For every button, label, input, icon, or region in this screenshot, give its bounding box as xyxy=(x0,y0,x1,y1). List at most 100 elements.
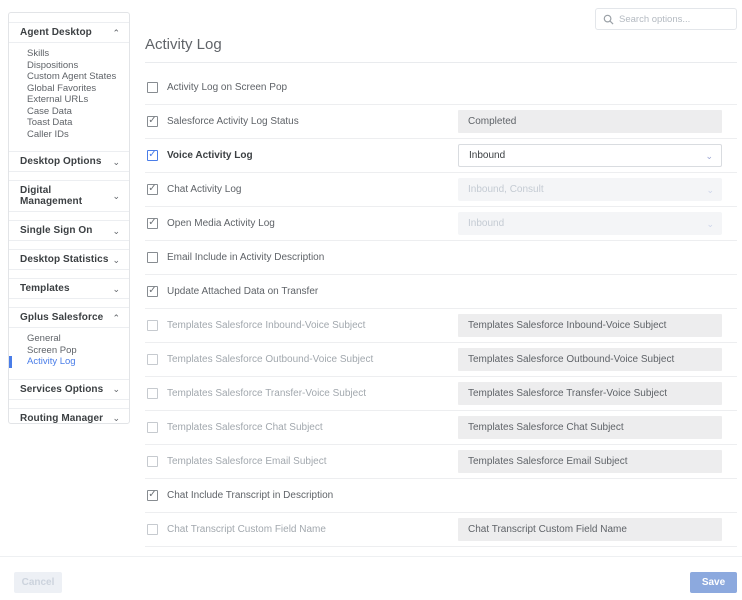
chevron-down-icon: ⌄ xyxy=(706,220,714,228)
checkbox-unchecked[interactable] xyxy=(147,354,158,365)
sidebar-section-header[interactable]: Desktop Options⌄ xyxy=(9,151,129,172)
sidebar-item-list: SkillsDispositionsCustom Agent StatesGlo… xyxy=(9,43,129,143)
text-input[interactable]: Completed xyxy=(458,110,722,133)
form-row: Chat Transcript Custom Field NameChat Tr… xyxy=(145,513,737,547)
select-value: Inbound, Consult xyxy=(468,184,544,195)
sidebar-item-screen-pop[interactable]: Screen Pop xyxy=(9,345,129,357)
checkbox-unchecked[interactable] xyxy=(147,422,158,433)
sidebar-section-header[interactable]: Desktop Statistics⌄ xyxy=(9,249,129,270)
form-row-toggle[interactable]: Activity Log on Screen Pop xyxy=(145,82,737,93)
sidebar-item-custom-agent-states[interactable]: Custom Agent States xyxy=(9,71,129,83)
sidebar-section-header[interactable]: Digital Management⌄ xyxy=(9,180,129,212)
form-row-label: Open Media Activity Log xyxy=(167,218,275,229)
sidebar-section-header[interactable]: Gplus Salesforce⌃ xyxy=(9,307,129,328)
text-input[interactable]: Templates Salesforce Chat Subject xyxy=(458,416,722,439)
form-row: Templates Salesforce Email SubjectTempla… xyxy=(145,445,737,479)
form-row-toggle[interactable]: Templates Salesforce Chat Subject xyxy=(145,422,458,433)
form-row-toggle[interactable]: Chat Transcript Custom Field Name xyxy=(145,524,458,535)
sidebar-section: Gplus Salesforce⌃ GeneralScreen PopActivi… xyxy=(9,307,129,371)
sidebar-section-header[interactable]: Services Options⌄ xyxy=(9,379,129,400)
form-row-toggle[interactable]: Email Include in Activity Description xyxy=(145,252,737,263)
form-rows: Activity Log on Screen Pop ✓Salesforce Ac… xyxy=(145,63,737,547)
checkbox-unchecked[interactable] xyxy=(147,252,158,263)
save-button[interactable]: Save xyxy=(690,572,737,593)
form-row: ✓Update Attached Data on Transfer xyxy=(145,275,737,309)
checkbox-checked[interactable]: ✓ xyxy=(147,116,158,127)
chevron-down-icon: ⌄ xyxy=(112,256,120,264)
sidebar-item-external-urls[interactable]: External URLs xyxy=(9,94,129,106)
checkmark-icon: ✓ xyxy=(148,150,156,160)
sidebar-item-general[interactable]: General xyxy=(9,333,129,345)
sidebar-item-toast-data[interactable]: Toast Data xyxy=(9,117,129,129)
search-box[interactable] xyxy=(595,8,737,30)
select-value: Inbound xyxy=(468,218,504,229)
form-row: ✓Salesforce Activity Log StatusCompleted xyxy=(145,105,737,139)
select-input[interactable]: Inbound⌄ xyxy=(458,144,722,167)
sidebar-item-case-data[interactable]: Case Data xyxy=(9,106,129,118)
checkbox-unchecked[interactable] xyxy=(147,388,158,399)
text-input[interactable]: Templates Salesforce Transfer-Voice Subj… xyxy=(458,382,722,405)
form-row-label: Templates Salesforce Outbound-Voice Subj… xyxy=(167,354,373,365)
text-input[interactable]: Chat Transcript Custom Field Name xyxy=(458,518,722,541)
sidebar-section-header[interactable]: Routing Manager⌄ xyxy=(9,408,129,425)
form-row-toggle[interactable]: ✓ Open Media Activity Log xyxy=(145,218,458,229)
chevron-up-icon: ⌃ xyxy=(112,29,120,37)
sidebar-section-header[interactable]: Single Sign On⌄ xyxy=(9,220,129,241)
sidebar-item-activity-log[interactable]: Activity Log xyxy=(9,356,129,368)
sidebar-item-caller-ids[interactable]: Caller IDs xyxy=(9,129,129,141)
checkbox-checked[interactable]: ✓ xyxy=(147,490,158,501)
chevron-down-icon: ⌄ xyxy=(112,414,120,422)
form-row-label: Templates Salesforce Inbound-Voice Subje… xyxy=(167,320,365,331)
sidebar-section-label: Services Options xyxy=(20,384,103,395)
footer-divider xyxy=(0,556,742,557)
sidebar-section: Agent Desktop⌃SkillsDispositionsCustom A… xyxy=(9,22,129,143)
page-title: Activity Log xyxy=(145,36,737,63)
form-row-label: Activity Log on Screen Pop xyxy=(167,82,287,93)
form-row-toggle[interactable]: ✓Update Attached Data on Transfer xyxy=(145,286,737,297)
sidebar-section-label: Gplus Salesforce xyxy=(20,312,103,323)
checkbox-unchecked[interactable] xyxy=(147,524,158,535)
form-row-toggle[interactable]: ✓Chat Activity Log xyxy=(145,184,458,195)
search-icon xyxy=(603,14,614,25)
sidebar: Agent Desktop⌃SkillsDispositionsCustom A… xyxy=(8,12,130,424)
select-input: Inbound ⌄ xyxy=(458,212,722,235)
checkbox-checked[interactable]: ✓ xyxy=(147,286,158,297)
checkbox-checked[interactable]: ✓ xyxy=(147,184,158,195)
checkbox-unchecked[interactable] xyxy=(147,82,158,93)
checkbox-checked[interactable]: ✓ xyxy=(147,150,158,161)
sidebar-item-skills[interactable]: Skills xyxy=(9,48,129,60)
text-input[interactable]: Templates Salesforce Inbound-Voice Subje… xyxy=(458,314,722,337)
checkbox-unchecked[interactable] xyxy=(147,320,158,331)
sidebar-section-header[interactable]: Templates⌄ xyxy=(9,278,129,299)
sidebar-item-dispositions[interactable]: Dispositions xyxy=(9,60,129,72)
form-row: Templates Salesforce Inbound-Voice Subje… xyxy=(145,309,737,343)
checkbox-unchecked[interactable] xyxy=(147,456,158,467)
sidebar-section: Templates⌄ xyxy=(9,278,129,299)
sidebar-section: Single Sign On⌄ xyxy=(9,220,129,241)
form-row-toggle[interactable]: ✓Chat Include Transcript in Description xyxy=(145,490,737,501)
form-row-toggle[interactable]: Templates Salesforce Inbound-Voice Subje… xyxy=(145,320,458,331)
search-input[interactable] xyxy=(619,14,729,25)
form-row-toggle[interactable]: ✓Salesforce Activity Log Status xyxy=(145,116,458,127)
sidebar-section-label: Digital Management xyxy=(20,185,112,207)
form-row: Email Include in Activity Description xyxy=(145,241,737,275)
form-row-toggle[interactable]: Templates Salesforce Transfer-Voice Subj… xyxy=(145,388,458,399)
select-value: Inbound xyxy=(469,150,505,161)
form-row-label: Email Include in Activity Description xyxy=(167,252,324,263)
form-row-toggle[interactable]: Templates Salesforce Email Subject xyxy=(145,456,458,467)
checkbox-checked[interactable]: ✓ xyxy=(147,218,158,229)
sidebar-section-label: Templates xyxy=(20,283,70,294)
sidebar-section-header[interactable]: Agent Desktop⌃ xyxy=(9,22,129,43)
sidebar-sections: Agent Desktop⌃SkillsDispositionsCustom A… xyxy=(9,22,129,424)
chevron-down-icon: ⌄ xyxy=(706,186,714,194)
sidebar-section: Services Options⌄ xyxy=(9,379,129,400)
sidebar-section: Routing Manager⌄ xyxy=(9,408,129,425)
form-row-toggle[interactable]: ✓Voice Activity Log xyxy=(145,150,458,161)
text-input[interactable]: Templates Salesforce Outbound-Voice Subj… xyxy=(458,348,722,371)
sidebar-section: Desktop Statistics⌄ xyxy=(9,249,129,270)
text-input[interactable]: Templates Salesforce Email Subject xyxy=(458,450,722,473)
chevron-down-icon: ⌄ xyxy=(112,227,120,235)
form-row-toggle[interactable]: Templates Salesforce Outbound-Voice Subj… xyxy=(145,354,458,365)
sidebar-item-global-favorites[interactable]: Global Favorites xyxy=(9,83,129,95)
sidebar-section: Digital Management⌄ xyxy=(9,180,129,212)
